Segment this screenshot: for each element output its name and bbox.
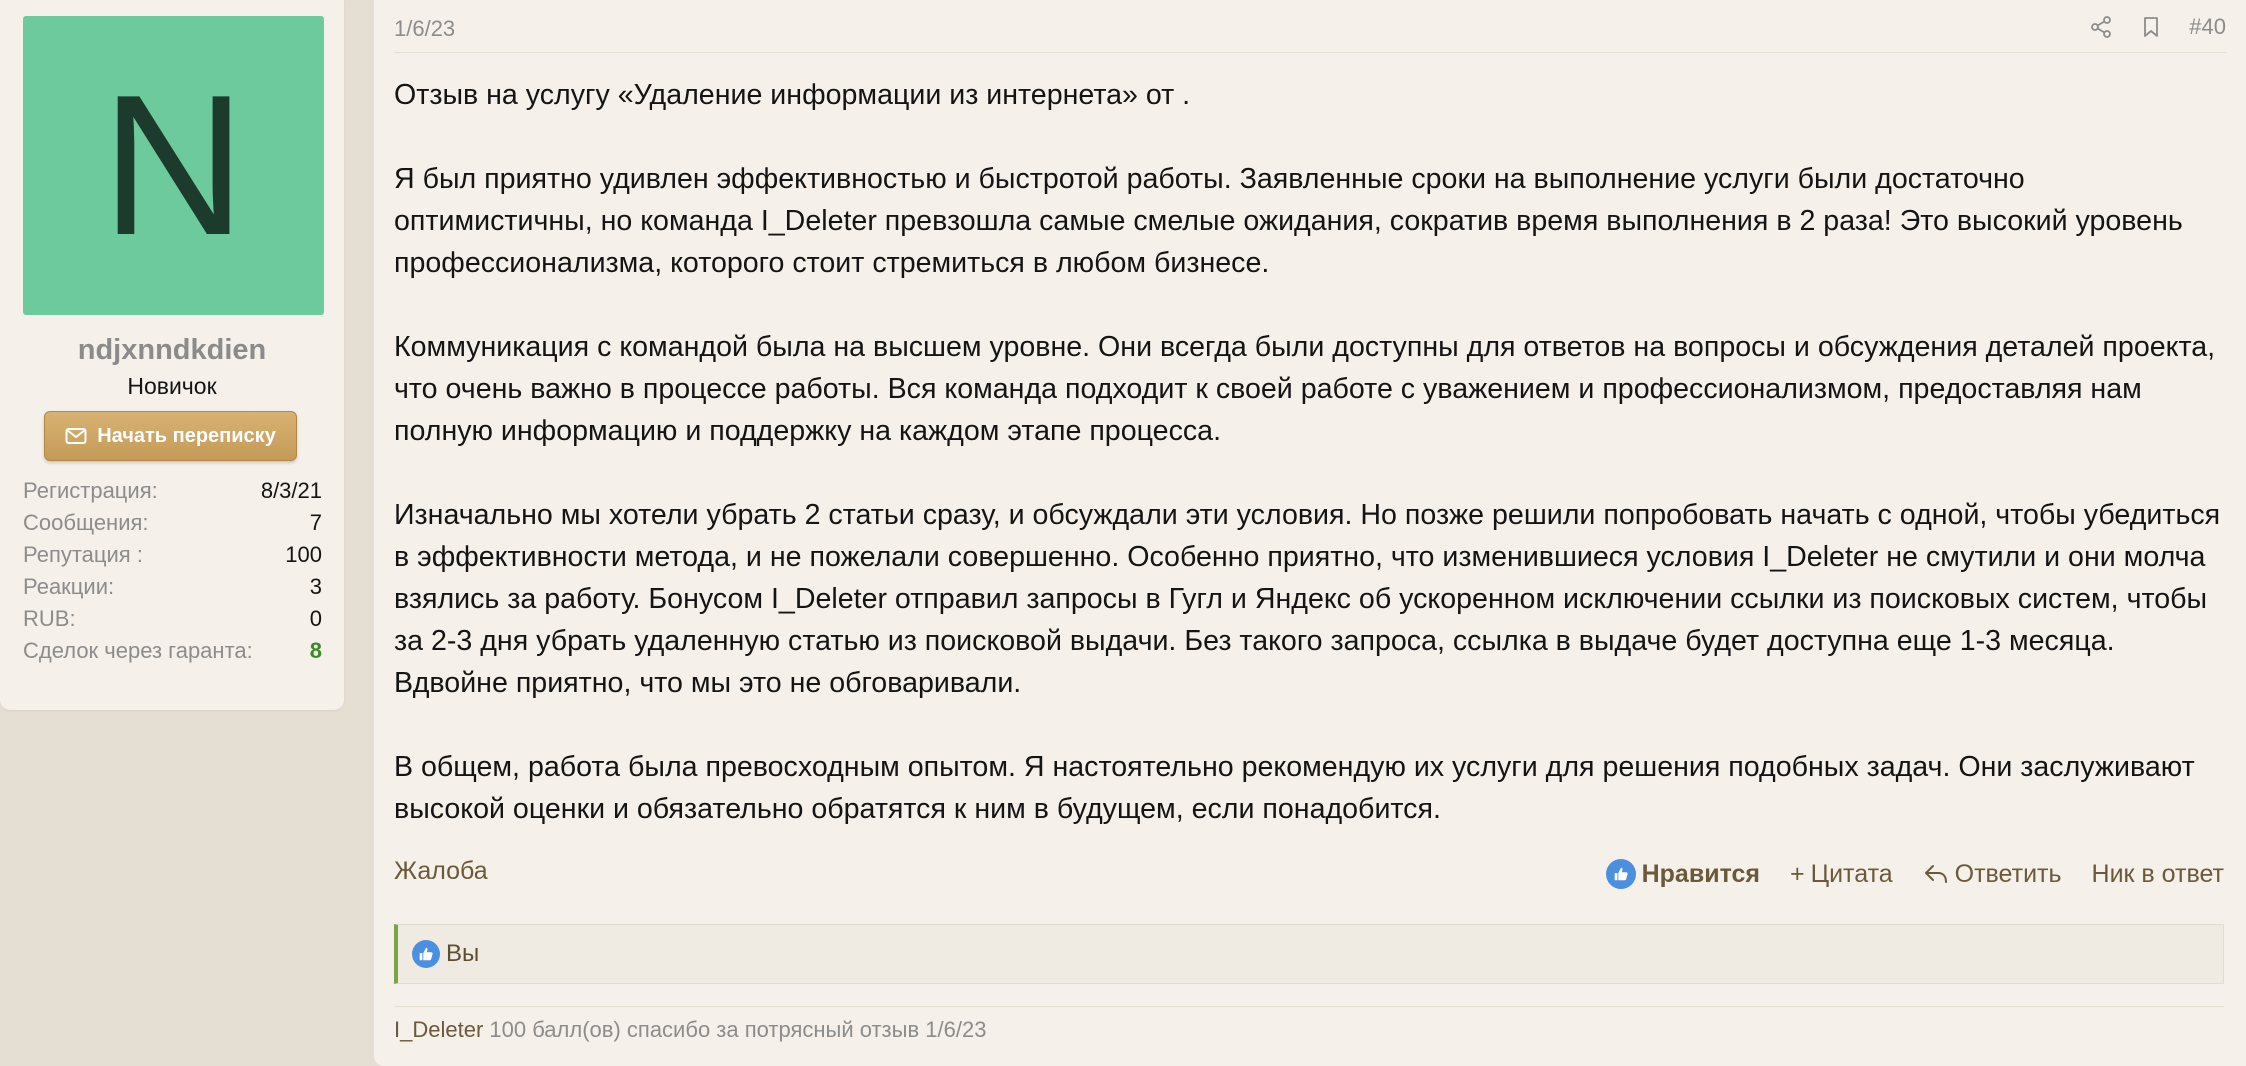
- stat-label: RUB:: [23, 606, 76, 631]
- avatar[interactable]: N: [23, 16, 324, 315]
- stat-value[interactable]: 8: [310, 638, 322, 664]
- quote-label: Цитата: [1810, 859, 1893, 888]
- post-paragraph: Изначально мы хотели убрать 2 статьи сра…: [394, 499, 2221, 699]
- post-body: Отзыв на услугу «Удаление информации из …: [394, 74, 2224, 830]
- post-actions: Нравится + Цитата Ответить Ник в ответ: [1605, 859, 2224, 889]
- share-icon[interactable]: [2089, 15, 2113, 39]
- stat-reactions: Реакции: 3: [23, 571, 322, 603]
- stat-value[interactable]: 7: [310, 510, 322, 536]
- stat-value: 100: [285, 542, 322, 567]
- stat-messages: Сообщения: 7: [23, 507, 322, 539]
- post-header: 1/6/23 #40: [394, 0, 2226, 53]
- bookmark-icon[interactable]: [2139, 15, 2163, 39]
- stat-label: Регистрация:: [23, 478, 158, 503]
- stat-registration: Регистрация: 8/3/21: [23, 475, 322, 507]
- quote-button[interactable]: + Цитата: [1790, 860, 1893, 889]
- stat-label: Сделок через гаранта:: [23, 638, 253, 663]
- reactions-text[interactable]: Вы: [446, 940, 479, 968]
- post-paragraph: Коммуникация с командой была на высшем у…: [394, 331, 2216, 447]
- reward-text: 100 балл(ов) спасибо за потрясный отзыв …: [483, 1017, 987, 1042]
- like-label: Нравится: [1641, 859, 1760, 888]
- like-button[interactable]: Нравится: [1605, 859, 1760, 889]
- post-date[interactable]: 1/6/23: [394, 16, 455, 42]
- stat-label: Сообщения:: [23, 510, 149, 535]
- like-icon: [412, 940, 440, 968]
- stat-value: 3: [309, 574, 322, 599]
- post-paragraph: Отзыв на услугу «Удаление информации из …: [394, 79, 1191, 111]
- reward-user-link[interactable]: I_Deleter: [394, 1017, 483, 1042]
- post-footer: Жалоба Нравится + Цитата Ответить Ник в …: [394, 855, 2224, 895]
- post-header-actions: #40: [2089, 14, 2226, 40]
- reward-line: I_Deleter 100 балл(ов) спасибо за потряс…: [394, 1006, 2224, 1043]
- stat-label: Репутация :: [23, 542, 143, 567]
- reply-button[interactable]: Ответить: [1923, 860, 2062, 889]
- envelope-icon: [65, 428, 87, 444]
- user-title: Новичок: [127, 373, 217, 399]
- post-number[interactable]: #40: [2189, 14, 2226, 40]
- avatar-letter: N: [101, 53, 246, 277]
- report-link[interactable]: Жалоба: [394, 857, 488, 886]
- post-paragraph: Я был приятно удивлен эффективностью и б…: [394, 163, 2183, 279]
- reactions-bar[interactable]: Вы: [394, 924, 2224, 984]
- username[interactable]: ndjxnndkdien: [0, 334, 344, 367]
- start-conversation-button[interactable]: Начать переписку: [44, 411, 297, 461]
- user-stats: Регистрация: 8/3/21 Сообщения: 7 Репутац…: [23, 475, 322, 667]
- stat-value: 8/3/21: [260, 478, 322, 503]
- plus-icon: +: [1789, 859, 1805, 888]
- stat-guarantor-deals: Сделок через гаранта: 8: [23, 635, 322, 667]
- post-paragraph: В общем, работа была превосходным опытом…: [394, 751, 2195, 825]
- reply-label: Ответить: [1954, 859, 2062, 888]
- stat-reputation: Репутация : 100: [23, 539, 322, 571]
- stat-rub: RUB: 0: [23, 603, 322, 635]
- user-panel: N ndjxnndkdien Новичок Начать переписку …: [0, 0, 344, 710]
- stat-label: Реакции:: [23, 574, 115, 599]
- stat-value: 0: [309, 606, 322, 631]
- reply-icon: [1923, 863, 1949, 885]
- post: 1/6/23 #40 Отзыв на услугу «Удаление инф…: [374, 0, 2246, 1066]
- start-conversation-label: Начать переписку: [97, 424, 276, 447]
- nick-in-reply-button[interactable]: Ник в ответ: [2092, 860, 2224, 889]
- like-icon: [1605, 859, 1636, 889]
